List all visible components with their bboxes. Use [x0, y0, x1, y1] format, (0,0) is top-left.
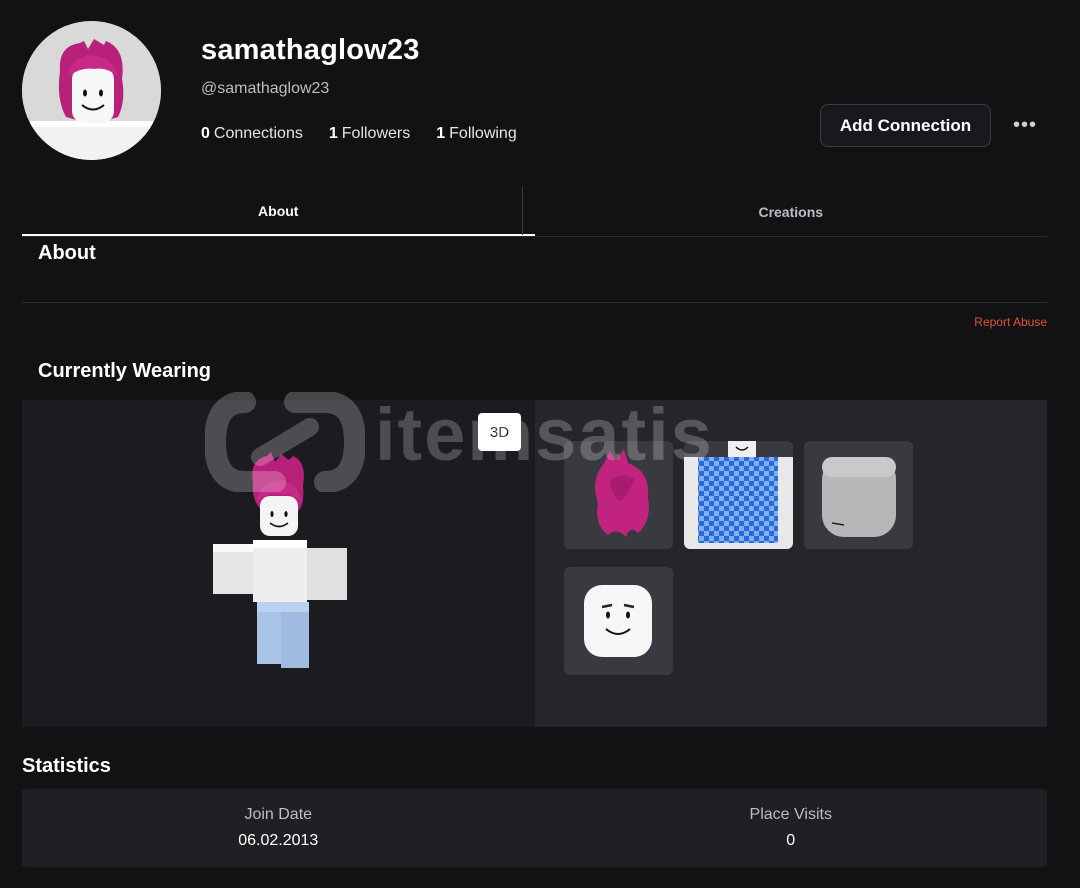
smile-face-icon [564, 567, 673, 675]
tab-about[interactable]: About [22, 187, 535, 236]
toggle-3d-button[interactable]: 3D [478, 413, 521, 451]
statistics-panel: Join Date 06.02.2013 Place Visits 0 [22, 789, 1047, 867]
worn-item-face[interactable] [564, 567, 673, 675]
following-count: 1 [436, 125, 446, 142]
profile-tabs: About Creations [22, 187, 1047, 237]
tab-divider [522, 187, 523, 235]
gray-head-icon [804, 441, 913, 549]
connections-label: Connections [213, 125, 303, 142]
worn-item-head[interactable] [804, 441, 913, 549]
statistics-heading: Statistics [22, 755, 111, 777]
pink-hair-icon [564, 441, 673, 549]
display-name: samathaglow23 [201, 34, 420, 66]
worn-item-hair[interactable] [564, 441, 673, 549]
worn-item-shirt[interactable] [684, 441, 793, 549]
connections-link[interactable]: 0 Connections [201, 125, 303, 143]
following-label: Following [449, 125, 517, 142]
about-divider [22, 302, 1047, 303]
add-connection-button[interactable]: Add Connection [820, 104, 991, 147]
social-counts: 0 Connections 1 Followers 1 Following [201, 125, 517, 143]
stat-join-date: Join Date 06.02.2013 [22, 789, 535, 867]
stat-place-visits: Place Visits 0 [535, 789, 1048, 867]
profile-page: samathaglow23 @samathaglow23 0 Connection… [0, 0, 1080, 888]
following-link[interactable]: 1 Following [436, 125, 517, 143]
followers-link[interactable]: 1 Followers [329, 125, 410, 143]
more-options-icon[interactable]: ••• [1010, 110, 1040, 140]
report-abuse-link[interactable]: Report Abuse [974, 315, 1047, 329]
avatar-3d-stage[interactable]: 3D [22, 400, 535, 727]
connections-count: 0 [201, 125, 210, 142]
join-date-label: Join Date [244, 806, 313, 823]
join-date-value: 06.02.2013 [238, 832, 319, 849]
username: @samathaglow23 [201, 80, 330, 97]
followers-label: Followers [341, 125, 411, 142]
avatar-figure-icon [213, 452, 347, 668]
blue-checkered-shirt-icon [684, 441, 793, 549]
followers-count: 1 [328, 125, 338, 142]
avatar[interactable] [22, 21, 161, 160]
currently-wearing-heading: Currently Wearing [38, 360, 211, 382]
about-heading: About [38, 242, 96, 264]
place-visits-value: 0 [786, 832, 796, 849]
currently-wearing-panel: 3D [22, 400, 1047, 727]
place-visits-label: Place Visits [749, 806, 832, 823]
tab-creations[interactable]: Creations [535, 187, 1048, 236]
avatar-headshot-icon [22, 21, 161, 160]
worn-items-grid [535, 400, 1047, 727]
